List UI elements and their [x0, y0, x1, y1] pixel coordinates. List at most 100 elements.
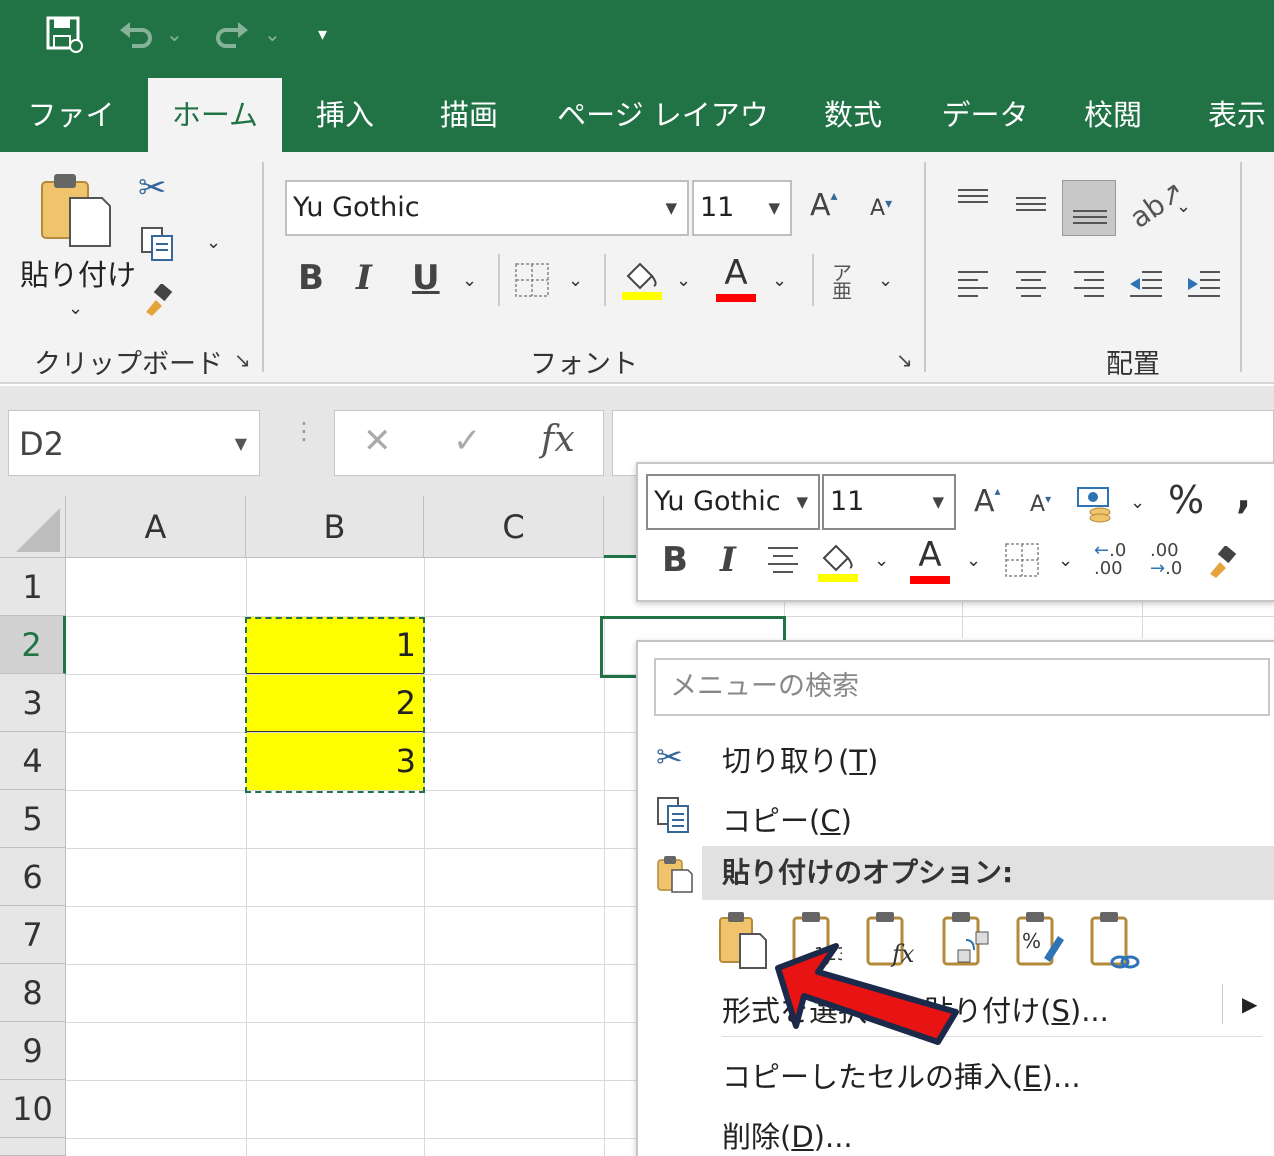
phonetic-dropdown-icon[interactable]: ⌄ [878, 270, 893, 291]
decrease-indent-icon[interactable] [1128, 270, 1164, 304]
borders-icon[interactable] [514, 262, 550, 302]
decrease-decimal-button[interactable]: .00 →.0 [1150, 542, 1194, 578]
mini-fill-color-icon[interactable] [816, 540, 860, 588]
fill-color-icon[interactable] [620, 258, 664, 306]
tab-file[interactable]: ファイル [16, 78, 126, 206]
row-header-9[interactable]: 9 [0, 1022, 66, 1080]
tab-insert[interactable]: 挿入 [300, 78, 390, 152]
font-size-combo[interactable]: 11 ▼ [692, 180, 792, 236]
insert-function-icon[interactable]: fx [541, 419, 575, 460]
cancel-icon[interactable]: ✕ [363, 421, 392, 461]
paste-all-icon[interactable] [716, 910, 768, 970]
align-left-icon[interactable] [956, 270, 990, 304]
row-header-7[interactable]: 7 [0, 906, 66, 964]
font-launcher-icon[interactable]: ↘ [896, 349, 918, 371]
mini-increase-font-button[interactable]: A▴ [974, 484, 1001, 519]
tab-page-layout[interactable]: ページ レイアウト [548, 78, 778, 206]
borders-dropdown-icon[interactable]: ⌄ [568, 270, 583, 291]
select-all-button[interactable] [0, 496, 66, 558]
mini-center-icon[interactable] [766, 546, 800, 580]
mini-font-color-dropdown-icon[interactable]: ⌄ [966, 550, 981, 571]
tab-home[interactable]: ホーム [148, 78, 282, 152]
copy-dropdown-icon[interactable]: ⌄ [206, 232, 221, 253]
column-header-a[interactable]: A [66, 496, 246, 558]
mini-font-size-combo[interactable]: 11 ▼ [822, 474, 956, 530]
column-header-c[interactable]: C [424, 496, 604, 558]
align-center-icon[interactable] [1014, 270, 1048, 304]
mini-italic-button[interactable]: I [720, 540, 736, 580]
align-top-icon[interactable] [956, 188, 990, 212]
percent-style-button[interactable]: % [1168, 478, 1204, 522]
menu-item-delete[interactable]: 削除(D)... [722, 1114, 853, 1156]
redo-icon[interactable] [212, 14, 252, 58]
align-right-icon[interactable] [1072, 270, 1106, 304]
row-header-5[interactable]: 5 [0, 790, 66, 848]
increase-decimal-button[interactable]: ←.0.00 [1094, 542, 1138, 578]
name-box[interactable]: D2 ▼ [8, 410, 260, 476]
comma-style-button[interactable]: , [1236, 472, 1251, 518]
orientation-dropdown-icon[interactable]: ⌄ [1176, 196, 1191, 217]
tab-review[interactable]: 校閲 [1068, 78, 1158, 152]
customize-qat-icon[interactable]: ▾ [318, 24, 327, 45]
paste-formatting-icon[interactable]: % [1014, 910, 1066, 970]
undo-icon[interactable] [116, 14, 156, 58]
paste-dropdown-icon[interactable]: ⌄ [68, 298, 83, 319]
mini-font-name-combo[interactable]: Yu Gothic ▼ [646, 474, 820, 530]
format-painter-icon[interactable] [142, 282, 176, 322]
fill-color-dropdown-icon[interactable]: ⌄ [676, 270, 691, 291]
increase-indent-icon[interactable] [1186, 270, 1222, 304]
splitter-handle[interactable]: ⋮ [292, 419, 316, 443]
mini-decrease-font-button[interactable]: A▾ [1030, 492, 1051, 517]
tab-draw[interactable]: 描画 [424, 78, 514, 152]
decrease-font-size-button[interactable]: A▾ [870, 196, 892, 221]
submenu-arrow-icon[interactable]: ▶ [1242, 992, 1257, 1016]
mini-borders-dropdown-icon[interactable]: ⌄ [1058, 550, 1073, 571]
menu-search-input[interactable]: メニューの検索 [654, 658, 1270, 716]
row-header-10[interactable]: 10 [0, 1080, 66, 1138]
menu-item-copy[interactable]: コピー(C) [722, 798, 852, 840]
paste-transpose-icon[interactable] [940, 910, 992, 970]
phonetic-guide-icon[interactable]: ア亜 [832, 263, 852, 301]
column-header-b[interactable]: B [246, 496, 424, 558]
row-header-6[interactable]: 6 [0, 848, 66, 906]
menu-item-insert-copied-cells[interactable]: コピーしたセルの挿入(E)... [722, 1054, 1081, 1096]
accounting-format-icon[interactable] [1076, 484, 1116, 528]
row-header-8[interactable]: 8 [0, 964, 66, 1022]
enter-icon[interactable]: ✓ [453, 421, 482, 461]
mini-bold-button[interactable]: B [662, 540, 688, 580]
underline-button[interactable]: U [412, 258, 440, 298]
row-header-1[interactable]: 1 [0, 558, 66, 616]
paste-values-icon[interactable]: 123 [790, 910, 848, 970]
font-name-combo[interactable]: Yu Gothic ▼ [285, 180, 689, 236]
paste-icon[interactable] [36, 170, 116, 254]
bold-button[interactable]: B [298, 258, 324, 298]
row-header-3[interactable]: 3 [0, 674, 66, 732]
font-color-dropdown-icon[interactable]: ⌄ [772, 270, 787, 291]
save-icon[interactable] [44, 14, 84, 58]
accounting-dropdown-icon[interactable]: ⌄ [1130, 492, 1145, 513]
copy-icon[interactable] [140, 226, 176, 266]
align-middle-icon[interactable] [1014, 196, 1048, 220]
mini-format-painter-icon[interactable] [1206, 544, 1240, 584]
undo-dropdown-icon[interactable]: ⌄ [166, 22, 183, 46]
redo-dropdown-icon[interactable]: ⌄ [264, 22, 281, 46]
mini-fill-dropdown-icon[interactable]: ⌄ [874, 550, 889, 571]
cut-icon[interactable]: ✂ [138, 168, 167, 208]
paste-link-icon[interactable] [1088, 910, 1140, 970]
italic-button[interactable]: I [356, 258, 372, 298]
tab-view[interactable]: 表示 [1192, 78, 1274, 152]
align-bottom-button[interactable] [1062, 180, 1116, 236]
menu-item-paste-special[interactable]: 形式を選択して貼り付け(S)... [722, 988, 1109, 1030]
mini-font-color-button[interactable]: A [910, 538, 950, 584]
underline-dropdown-icon[interactable]: ⌄ [462, 270, 477, 291]
mini-borders-icon[interactable] [1004, 542, 1040, 582]
tab-formulas[interactable]: 数式 [808, 78, 898, 152]
increase-font-size-button[interactable]: A▴ [810, 188, 838, 223]
font-color-button[interactable]: A [716, 256, 756, 302]
row-header-11[interactable] [0, 1138, 66, 1156]
paste-formulas-icon[interactable]: fx [864, 910, 916, 970]
clipboard-launcher-icon[interactable]: ↘ [234, 349, 256, 371]
menu-item-cut[interactable]: 切り取り(T) [722, 738, 878, 780]
row-header-4[interactable]: 4 [0, 732, 66, 790]
tab-data[interactable]: データ [930, 78, 1040, 152]
